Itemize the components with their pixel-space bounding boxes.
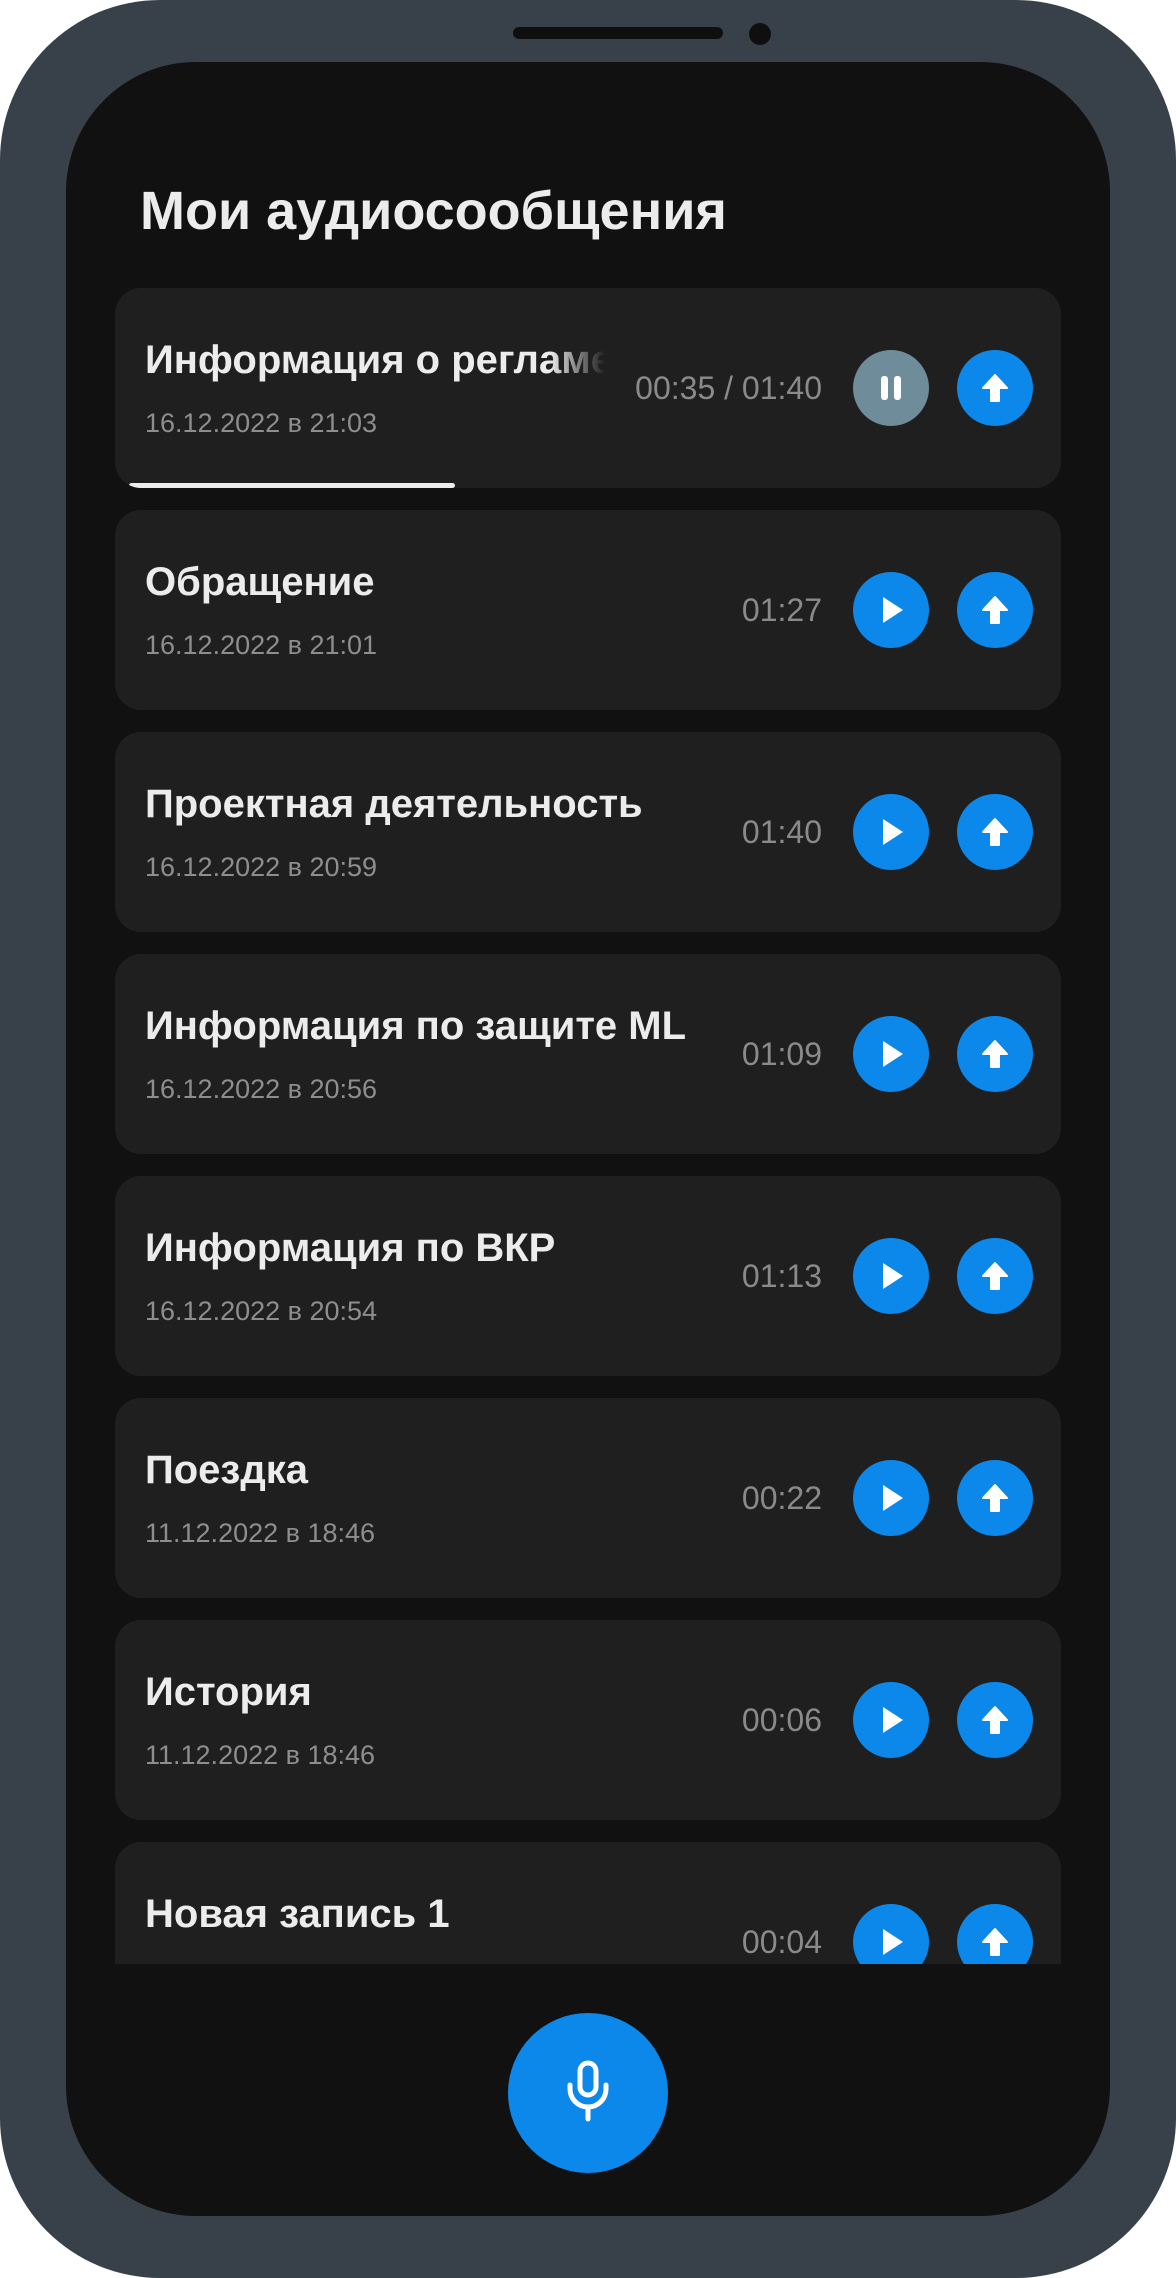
recording-title: Проектная деятельность bbox=[145, 782, 643, 826]
recording-date: 11.12.2022 в 18:46 bbox=[145, 1518, 376, 1548]
recording-duration: 00:06 bbox=[741, 1702, 822, 1738]
play-button[interactable] bbox=[853, 1682, 929, 1758]
recording-duration: 01:13 bbox=[741, 1258, 822, 1294]
play-button[interactable] bbox=[853, 1460, 929, 1536]
recording-title: История bbox=[145, 1670, 312, 1714]
pause-icon bbox=[874, 371, 908, 405]
recording-title: Информация по защите ML bbox=[145, 1004, 687, 1048]
play-icon bbox=[874, 1703, 908, 1737]
play-button[interactable] bbox=[853, 1238, 929, 1314]
play-icon bbox=[874, 815, 908, 849]
recording-card[interactable]: Информация о регламенте 16.12.2022 в 21:0… bbox=[115, 288, 1061, 488]
arrow-up-icon bbox=[978, 1037, 1012, 1071]
recording-card[interactable]: Проектная деятельность 16.12.2022 в 20:59… bbox=[115, 732, 1061, 932]
recording-date: 11.12.2022 в 18:46 bbox=[145, 1740, 376, 1770]
recording-duration: 01:27 bbox=[741, 592, 822, 628]
microphone-icon bbox=[565, 2059, 611, 2128]
recording-date: 16.12.2022 в 21:03 bbox=[145, 408, 378, 438]
arrow-up-icon bbox=[978, 1481, 1012, 1515]
upload-button[interactable] bbox=[957, 1460, 1033, 1536]
recording-title: Обращение bbox=[145, 560, 375, 604]
recording-date: 16.12.2022 в 21:01 bbox=[145, 630, 378, 660]
recording-card[interactable]: Поездка 11.12.2022 в 18:46 00:22 bbox=[115, 1398, 1061, 1598]
recording-duration: 00:35 / 01:40 bbox=[635, 370, 822, 406]
upload-button[interactable] bbox=[957, 1904, 1033, 1964]
recording-title: Поездка bbox=[145, 1448, 308, 1492]
play-icon bbox=[874, 1925, 908, 1959]
upload-button[interactable] bbox=[957, 1682, 1033, 1758]
play-button[interactable] bbox=[853, 1904, 929, 1964]
play-button[interactable] bbox=[853, 1016, 929, 1092]
play-button[interactable] bbox=[853, 794, 929, 870]
upload-button[interactable] bbox=[957, 794, 1033, 870]
page-title: Мои аудиосообщения bbox=[140, 181, 727, 241]
phone-frame: Мои аудиосообщения Информация о регламен… bbox=[0, 0, 1176, 2278]
recording-title: Информация по ВКР bbox=[145, 1226, 556, 1270]
recording-date: 16.12.2022 в 20:59 bbox=[145, 852, 378, 882]
recording-card[interactable]: Информация по ВКР 16.12.2022 в 20:54 01:13 bbox=[115, 1176, 1061, 1376]
playback-progress-bar[interactable] bbox=[129, 483, 455, 488]
recording-title: Новая запись 1 bbox=[145, 1892, 450, 1936]
play-button[interactable] bbox=[853, 572, 929, 648]
recording-duration: 01:09 bbox=[741, 1036, 822, 1072]
arrow-up-icon bbox=[978, 593, 1012, 627]
arrow-up-icon bbox=[978, 1703, 1012, 1737]
recording-duration: 00:22 bbox=[741, 1480, 822, 1516]
recording-card[interactable]: Информация по защите ML 16.12.2022 в 20:5… bbox=[115, 954, 1061, 1154]
recordings-list[interactable]: Информация о регламенте 16.12.2022 в 21:0… bbox=[115, 288, 1061, 1964]
pause-button[interactable] bbox=[853, 350, 929, 426]
recording-card[interactable]: Новая запись 1 00:04 bbox=[115, 1842, 1061, 1964]
arrow-up-icon bbox=[978, 1925, 1012, 1959]
recording-title: Информация о регламенте bbox=[145, 338, 605, 382]
arrow-up-icon bbox=[978, 815, 1012, 849]
recording-date: 16.12.2022 в 20:54 bbox=[145, 1296, 378, 1326]
play-icon bbox=[874, 1037, 908, 1071]
recording-card[interactable]: История 11.12.2022 в 18:46 00:06 bbox=[115, 1620, 1061, 1820]
recording-duration: 00:04 bbox=[741, 1924, 822, 1960]
phone-camera bbox=[749, 23, 771, 45]
upload-button[interactable] bbox=[957, 572, 1033, 648]
phone-speaker bbox=[513, 27, 723, 39]
recording-card[interactable]: Обращение 16.12.2022 в 21:01 01:27 bbox=[115, 510, 1061, 710]
arrow-up-icon bbox=[978, 371, 1012, 405]
upload-button[interactable] bbox=[957, 1016, 1033, 1092]
play-icon bbox=[874, 593, 908, 627]
app-screen: Мои аудиосообщения Информация о регламен… bbox=[66, 62, 1110, 2216]
arrow-up-icon bbox=[978, 1259, 1012, 1293]
play-icon bbox=[874, 1481, 908, 1515]
record-button[interactable] bbox=[508, 2013, 668, 2173]
upload-button[interactable] bbox=[957, 1238, 1033, 1314]
play-icon bbox=[874, 1259, 908, 1293]
recording-date: 16.12.2022 в 20:56 bbox=[145, 1074, 378, 1104]
recording-duration: 01:40 bbox=[741, 814, 822, 850]
upload-button[interactable] bbox=[957, 350, 1033, 426]
